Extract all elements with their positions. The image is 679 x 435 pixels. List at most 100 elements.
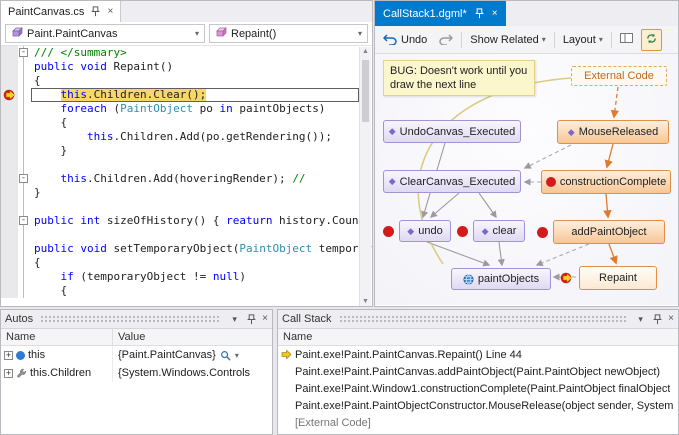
tab-callstack-dgml[interactable]: CallStack1.dgml* × bbox=[375, 1, 506, 26]
tab-title: PaintCanvas.cs bbox=[8, 6, 84, 18]
graph-node-paintobjects[interactable]: paintObjects bbox=[451, 268, 551, 290]
fold-collapse-icon[interactable]: - bbox=[19, 216, 28, 225]
pin-icon[interactable] bbox=[245, 314, 258, 325]
graph-node-constructioncomplete[interactable]: constructionComplete bbox=[541, 170, 671, 194]
breakpoint-icon[interactable] bbox=[383, 226, 394, 237]
breakpoint-gutter[interactable] bbox=[1, 46, 18, 60]
window-menu-icon[interactable]: ▾ bbox=[228, 314, 241, 325]
close-icon[interactable]: × bbox=[492, 9, 498, 19]
graph-node-undocanvas-executed[interactable]: ◆UndoCanvas_Executed bbox=[383, 120, 521, 143]
fold-gutter: - bbox=[18, 172, 31, 186]
type-dropdown[interactable]: Paint.PaintCanvas ▾ bbox=[5, 24, 205, 43]
member-dropdown[interactable]: Repaint() ▾ bbox=[209, 24, 368, 43]
autos-row[interactable]: +this.Children{System.Windows.Controls bbox=[1, 364, 272, 382]
breakpoint-gutter[interactable] bbox=[1, 60, 18, 74]
code-line: if (temporaryObject != null) bbox=[1, 270, 359, 284]
fold-gutter bbox=[18, 130, 31, 144]
breakpoint-gutter[interactable] bbox=[1, 116, 18, 130]
pin-icon[interactable] bbox=[651, 314, 664, 325]
document-tabstrip: PaintCanvas.cs × bbox=[1, 1, 372, 22]
code-area[interactable]: -/// </summary>public void Repaint(){ th… bbox=[1, 46, 372, 306]
window-menu-icon[interactable]: ▾ bbox=[634, 314, 647, 325]
scroll-up-icon[interactable]: ▲ bbox=[360, 48, 371, 55]
undo-button[interactable]: Undo bbox=[380, 30, 430, 50]
breakpoint-gutter[interactable] bbox=[1, 130, 18, 144]
pin-icon[interactable] bbox=[473, 8, 486, 19]
breakpoint-gutter[interactable] bbox=[1, 102, 18, 116]
graph-node-clearcanvas-executed[interactable]: ◆ClearCanvas_Executed bbox=[383, 170, 521, 193]
breakpoint-gutter[interactable] bbox=[1, 200, 18, 214]
callstack-row[interactable]: Paint.exe!Paint.PaintCanvas.Repaint() Li… bbox=[278, 346, 678, 363]
breakpoint-gutter[interactable] bbox=[1, 172, 18, 186]
titlebar-grip[interactable] bbox=[339, 315, 628, 324]
scrollbar-thumb[interactable] bbox=[362, 60, 369, 122]
breakpoint-gutter[interactable] bbox=[1, 256, 18, 270]
breakpoint-gutter[interactable] bbox=[1, 144, 18, 158]
callstack-row[interactable]: Paint.exe!Paint.PaintCanvas.addPaintObje… bbox=[278, 363, 678, 380]
breakpoint-gutter[interactable] bbox=[1, 242, 18, 256]
expand-icon[interactable]: + bbox=[4, 369, 13, 378]
breakpoint-gutter[interactable] bbox=[1, 158, 18, 172]
scroll-down-icon[interactable]: ▼ bbox=[360, 298, 371, 305]
fold-collapse-icon[interactable]: - bbox=[19, 48, 28, 57]
fold-gutter bbox=[18, 270, 31, 284]
code-line: { bbox=[1, 284, 359, 298]
callstack-row[interactable]: Paint.exe!Paint.PaintObjectConstructor.M… bbox=[278, 397, 678, 414]
column-header-name[interactable]: Name bbox=[278, 329, 678, 345]
callstack-row[interactable]: [External Code] bbox=[278, 414, 678, 431]
callstack-titlebar[interactable]: Call Stack ▾ × bbox=[278, 310, 678, 329]
chevron-down-icon[interactable]: ▾ bbox=[235, 351, 239, 360]
breakpoint-gutter[interactable] bbox=[1, 284, 18, 298]
column-header-value[interactable]: Value bbox=[113, 329, 272, 345]
fold-collapse-icon[interactable]: - bbox=[19, 174, 28, 183]
callstack-panel: Call Stack ▾ × Name Paint.exe!Paint.Pain… bbox=[277, 309, 679, 435]
close-icon[interactable]: × bbox=[107, 7, 113, 17]
pin-icon[interactable] bbox=[89, 6, 102, 17]
graph-canvas[interactable]: BUG: Doesn't work until you draw the nex… bbox=[375, 54, 678, 305]
close-icon[interactable]: × bbox=[262, 314, 268, 324]
autos-titlebar[interactable]: Autos ▾ × bbox=[1, 310, 272, 329]
callstack-grid-header: Name bbox=[278, 329, 678, 346]
graph-note[interactable]: BUG: Doesn't work until you draw the nex… bbox=[383, 60, 535, 96]
graph-node-addpaintobject[interactable]: addPaintObject bbox=[553, 220, 665, 244]
autos-panel: Autos ▾ × Name Value +this{Paint.PaintCa… bbox=[0, 309, 273, 435]
code-line: public void Repaint() bbox=[1, 60, 359, 74]
magnifier-icon[interactable] bbox=[220, 350, 231, 361]
editor-scrollbar[interactable]: ▲ ▼ bbox=[359, 47, 371, 306]
vs-window: PaintCanvas.cs × Paint.PaintCanvas ▾ Rep… bbox=[0, 0, 679, 435]
member-dropdown-value: Repaint() bbox=[231, 28, 276, 40]
variable-name: this.Children bbox=[30, 367, 91, 379]
graph-node-external-code[interactable]: External Code bbox=[571, 66, 667, 86]
variable-name: this bbox=[28, 349, 45, 361]
show-related-dropdown[interactable]: Show Related ▾ bbox=[467, 32, 549, 48]
breakpoint-gutter[interactable] bbox=[1, 214, 18, 228]
sync-button[interactable] bbox=[641, 29, 662, 51]
breakpoint-gutter[interactable] bbox=[1, 88, 18, 102]
callstack-row[interactable]: Paint.exe!Paint.Window1.constructionComp… bbox=[278, 380, 678, 397]
code-line: -public int sizeOfHistory() { reaturn hi… bbox=[1, 214, 359, 228]
graph-node-undo[interactable]: ◆undo bbox=[399, 220, 451, 242]
breakpoint-gutter[interactable] bbox=[1, 74, 18, 88]
breakpoint-icon[interactable] bbox=[457, 226, 468, 237]
tab-paintcanvas[interactable]: PaintCanvas.cs × bbox=[1, 1, 121, 22]
code-line: public void setTemporaryObject(PaintObje… bbox=[1, 242, 359, 256]
expand-icon[interactable]: + bbox=[4, 351, 13, 360]
breakpoint-gutter[interactable] bbox=[1, 228, 18, 242]
graph-node-mousereleased[interactable]: ◆MouseReleased bbox=[557, 120, 669, 144]
titlebar-grip[interactable] bbox=[40, 315, 221, 324]
split-pane-button[interactable] bbox=[617, 30, 636, 49]
graph-node-repaint[interactable]: Repaint bbox=[579, 266, 657, 290]
breakpoint-icon[interactable] bbox=[537, 227, 548, 238]
redo-button[interactable] bbox=[435, 30, 456, 50]
frame-text: Paint.exe!Paint.Window1.constructionComp… bbox=[295, 383, 670, 395]
breakpoint-gutter[interactable] bbox=[1, 270, 18, 284]
column-header-name[interactable]: Name bbox=[1, 329, 113, 345]
graph-node-clear[interactable]: ◆clear bbox=[473, 220, 525, 242]
breakpoint-gutter[interactable] bbox=[1, 186, 18, 200]
close-icon[interactable]: × bbox=[668, 314, 674, 324]
autos-grid-header: Name Value bbox=[1, 329, 272, 346]
layout-dropdown[interactable]: Layout ▾ bbox=[560, 32, 606, 48]
fold-gutter bbox=[18, 74, 31, 88]
breakpoint-icon bbox=[546, 177, 556, 187]
autos-row[interactable]: +this{Paint.PaintCanvas}▾ bbox=[1, 346, 272, 364]
